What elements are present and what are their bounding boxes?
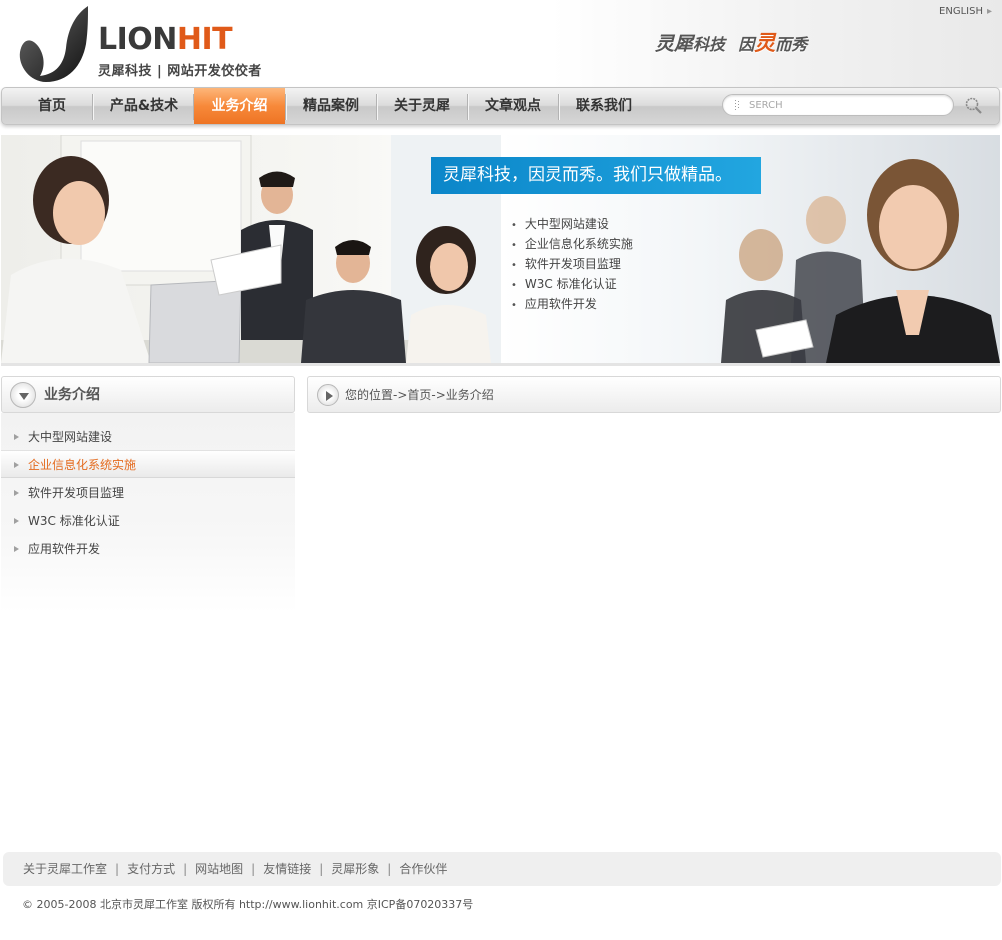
nav-item-cases[interactable]: 精品案例 (286, 88, 376, 124)
triangle-bullet-icon (14, 462, 19, 468)
triangle-bullet-icon (14, 518, 19, 524)
sidebar-item-website[interactable]: 大中型网站建设 (1, 423, 295, 451)
banner-service-item: 大中型网站建设 (511, 215, 633, 235)
sidebar-title: 业务介绍 (44, 387, 100, 403)
hero-banner: 灵犀科技，因灵而秀。我们只做精品。 大中型网站建设 企业信息化系统实施 软件开发… (1, 135, 1000, 366)
nav-item-articles[interactable]: 文章观点 (468, 88, 558, 124)
footer-separator: | (115, 862, 120, 876)
search-input[interactable] (747, 97, 947, 113)
slogan-accent: 灵 (754, 30, 776, 55)
sidebar-item-w3c[interactable]: W3C 标准化认证 (1, 507, 295, 535)
nav-item-products[interactable]: 产品&技术 (94, 88, 194, 124)
nav-divider (92, 94, 93, 120)
logo-tagline: 灵犀科技 | 网站开发佼佼者 (98, 64, 262, 79)
footer-links: 关于灵犀工作室 | 支付方式 | 网站地图 | 友情链接 | 灵犀形象 | 合作伙伴 (23, 852, 447, 886)
magnifier-icon[interactable] (964, 96, 984, 116)
sidebar-item-label: 大中型网站建设 (28, 430, 113, 444)
header-slogan: 灵犀科技 因灵而秀 (655, 27, 807, 57)
slogan-part-2: 科技 (693, 35, 726, 54)
sidebar-item-enterprise-system[interactable]: 企业信息化系统实施 (1, 450, 295, 478)
footer-link-partners[interactable]: 合作伙伴 (399, 862, 447, 876)
sidebar-item-label: 企业信息化系统实施 (28, 458, 137, 472)
copyright-text: © 2005-2008 北京市灵犀工作室 版权所有 http://www.lio… (22, 898, 474, 911)
sidebar-menu: 大中型网站建设 企业信息化系统实施 软件开发项目监理 W3C 标准化认证 应用软… (1, 413, 295, 613)
slogan-part-1: 灵犀 (655, 33, 694, 55)
footer-separator: | (387, 862, 392, 876)
slogan-part-4: 而秀 (775, 35, 808, 54)
footer-link-payment[interactable]: 支付方式 (127, 862, 175, 876)
sidebar-item-software-supervision[interactable]: 软件开发项目监理 (1, 479, 295, 507)
english-language-link[interactable]: ENGLISH ▸ (939, 6, 992, 17)
footer-link-sitemap[interactable]: 网站地图 (195, 862, 243, 876)
triangle-bullet-icon (14, 434, 19, 440)
logo-wordmark[interactable]: LIONHIT (98, 22, 233, 58)
english-link-label: ENGLISH (939, 6, 983, 17)
banner-service-item: W3C 标准化认证 (511, 275, 633, 295)
sidebar-item-label: 应用软件开发 (28, 542, 101, 556)
sidebar-header: 业务介绍 (1, 376, 295, 413)
logo-word-lion: LION (98, 22, 177, 57)
sidebar-item-label: W3C 标准化认证 (28, 514, 120, 528)
banner-service-item: 企业信息化系统实施 (511, 235, 633, 255)
triangle-bullet-icon (14, 546, 19, 552)
sidebar-item-app-dev[interactable]: 应用软件开发 (1, 535, 295, 563)
footer-link-friends[interactable]: 友情链接 (263, 862, 311, 876)
slogan-part-3: 因 (738, 35, 755, 54)
logo-word-hit: HIT (176, 22, 233, 57)
nav-item-contact[interactable]: 联系我们 (559, 88, 649, 124)
nav-item-business[interactable]: 业务介绍 (194, 88, 285, 124)
banner-services-list: 大中型网站建设 企业信息化系统实施 软件开发项目监理 W3C 标准化认证 应用软… (511, 215, 633, 315)
footer-separator: | (319, 862, 324, 876)
sidebar-item-label: 软件开发项目监理 (28, 486, 125, 500)
arrow-right-icon: ▸ (986, 6, 992, 17)
play-circle-icon (317, 384, 339, 406)
search-box (722, 94, 954, 116)
footer-separator: | (183, 862, 188, 876)
search-grip-icon (735, 100, 739, 110)
banner-headline: 灵犀科技，因灵而秀。我们只做精品。 (431, 157, 761, 194)
triangle-bullet-icon (14, 490, 19, 496)
banner-service-item: 应用软件开发 (511, 295, 633, 315)
breadcrumb: 您的位置->首页->业务介绍 (307, 376, 1001, 413)
chevron-down-circle-icon[interactable] (10, 382, 36, 408)
footer-link-about[interactable]: 关于灵犀工作室 (23, 862, 107, 876)
banner-service-item: 软件开发项目监理 (511, 255, 633, 275)
nav-item-about[interactable]: 关于灵犀 (377, 88, 467, 124)
swoosh-logo-icon[interactable] (16, 4, 94, 84)
footer-link-image[interactable]: 灵犀形象 (331, 862, 379, 876)
footer-links-bar: 关于灵犀工作室 | 支付方式 | 网站地图 | 友情链接 | 灵犀形象 | 合作伙伴 (3, 852, 1001, 886)
nav-item-home[interactable]: 首页 (8, 88, 96, 124)
main-navbar: 首页 产品&技术 业务介绍 精品案例 关于灵犀 文章观点 联系我们 (1, 87, 1000, 125)
site-header: LIONHIT 灵犀科技 | 网站开发佼佼者 ENGLISH ▸ 灵犀科技 因灵而… (0, 0, 1002, 88)
footer-separator: | (251, 862, 256, 876)
breadcrumb-text: 您的位置->首页->业务介绍 (345, 388, 494, 402)
